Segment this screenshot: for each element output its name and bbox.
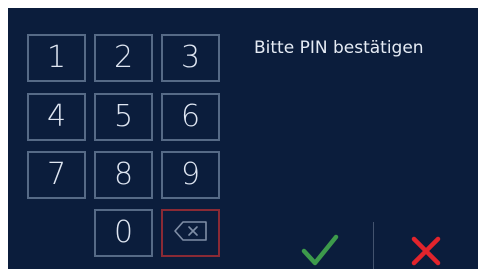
key-4-label: 4 — [46, 99, 67, 134]
pin-confirm-screen: 1 2 3 4 5 6 7 8 9 0 Bitte PIN bestätigen — [8, 8, 478, 269]
key-0-label: 0 — [113, 215, 134, 250]
action-divider — [373, 222, 374, 269]
key-2[interactable]: 2 — [94, 34, 153, 82]
key-3-label: 3 — [180, 40, 201, 75]
key-7[interactable]: 7 — [27, 151, 86, 199]
key-9[interactable]: 9 — [161, 151, 220, 199]
key-1-label: 1 — [46, 40, 67, 75]
key-5-label: 5 — [113, 99, 134, 134]
key-3[interactable]: 3 — [161, 34, 220, 82]
key-9-label: 9 — [180, 157, 201, 192]
key-5[interactable]: 5 — [94, 93, 153, 141]
key-7-label: 7 — [46, 157, 67, 192]
key-0[interactable]: 0 — [94, 209, 153, 257]
cross-icon — [409, 234, 443, 268]
cancel-button[interactable] — [406, 233, 446, 269]
checkmark-icon — [300, 233, 340, 269]
key-2-label: 2 — [113, 40, 134, 75]
key-6-label: 6 — [180, 99, 201, 134]
key-8-label: 8 — [113, 157, 134, 192]
confirm-button[interactable] — [296, 233, 344, 269]
backspace-button[interactable] — [161, 209, 220, 257]
key-8[interactable]: 8 — [94, 151, 153, 199]
key-4[interactable]: 4 — [27, 93, 86, 141]
prompt-text: Bitte PIN bestätigen — [254, 38, 424, 58]
key-6[interactable]: 6 — [161, 93, 220, 141]
key-1[interactable]: 1 — [27, 34, 86, 82]
backspace-icon — [173, 218, 209, 248]
